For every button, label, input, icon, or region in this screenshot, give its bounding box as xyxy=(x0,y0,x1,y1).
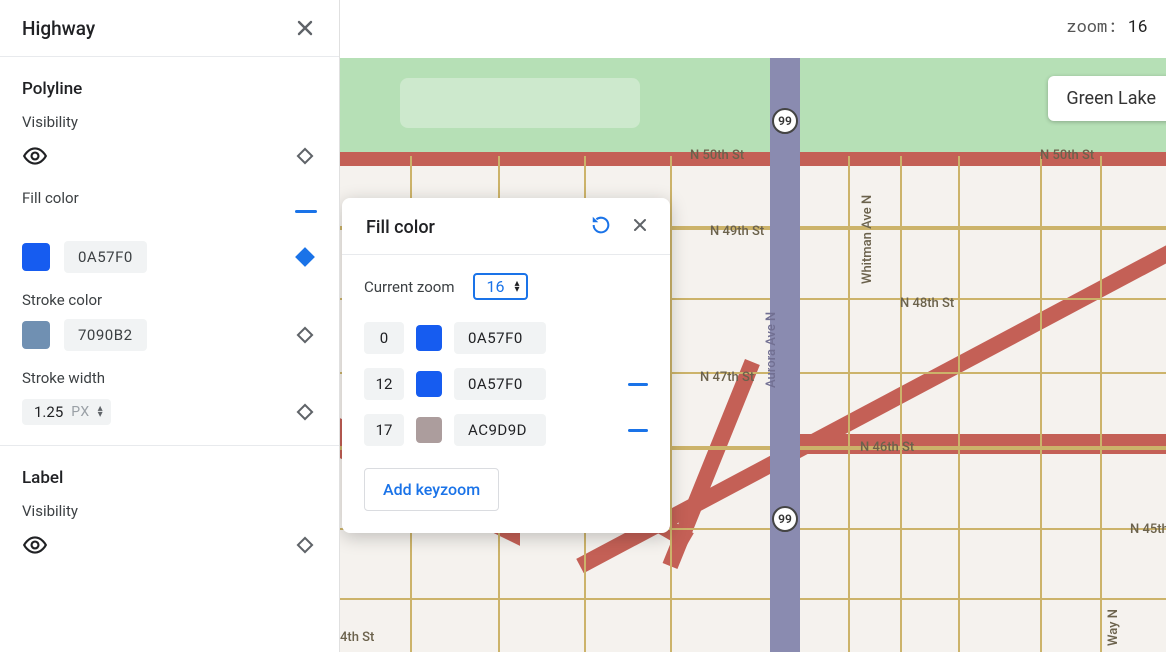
polyline-header: Polyline xyxy=(22,79,317,99)
stroke-width-input[interactable]: 1.25 PX ▴▾ xyxy=(22,399,111,425)
popup-title: Fill color xyxy=(366,217,435,238)
eye-icon[interactable] xyxy=(22,532,48,558)
stroke-width-label: Stroke width xyxy=(22,369,317,387)
keyzoom-marker-icon[interactable] xyxy=(293,323,317,347)
current-zoom-label: Current zoom xyxy=(364,278,455,296)
stroke-color-hex[interactable]: 7090B2 xyxy=(64,319,147,351)
keyzoom-marker-icon[interactable] xyxy=(293,533,317,557)
stroke-width-unit: PX xyxy=(71,404,89,420)
keyzoom-row: 17 AC9D9D xyxy=(364,414,648,446)
stepper-icon[interactable]: ▴▾ xyxy=(98,406,103,418)
street-label: N 46th St xyxy=(860,440,914,455)
sidebar-title: Highway xyxy=(22,17,95,40)
street-label: N 48th St xyxy=(900,296,954,311)
stepper-icon[interactable]: ▴▾ xyxy=(515,281,520,293)
map-area[interactable]: zoom: 16 xyxy=(340,0,1166,652)
street-label: N 45th St xyxy=(1130,522,1166,537)
place-chip-greenlake[interactable]: Green Lake xyxy=(1048,76,1166,121)
reset-icon[interactable] xyxy=(590,214,612,240)
street-label: 4th St xyxy=(340,630,374,645)
street-label: N 50th St xyxy=(690,148,744,163)
keyzoom-marker-active-icon[interactable] xyxy=(293,245,317,269)
keyzoom-marker-icon[interactable] xyxy=(293,144,317,168)
sidebar-header: Highway xyxy=(0,0,339,57)
visibility-label: Visibility xyxy=(22,113,317,131)
keyzoom-zoom-input[interactable]: 12 xyxy=(364,368,404,400)
remove-keyzoom-icon[interactable] xyxy=(628,429,648,432)
keyzoom-zoom-input[interactable]: 0 xyxy=(364,322,404,354)
street-label: Way N xyxy=(1106,609,1121,646)
street-label: N 50th St xyxy=(1040,148,1094,163)
fill-color-swatch[interactable] xyxy=(22,243,50,271)
keyzoom-row: 0 0A57F0 xyxy=(364,322,648,354)
close-icon[interactable] xyxy=(630,215,650,239)
close-icon[interactable] xyxy=(293,16,317,40)
add-keyzoom-button[interactable]: Add keyzoom xyxy=(364,468,499,511)
label-header: Label xyxy=(22,468,317,488)
route-shield-icon: 99 xyxy=(772,506,798,532)
route-shield-icon: 99 xyxy=(772,108,798,134)
keyzoom-marker-icon[interactable] xyxy=(293,400,317,424)
stroke-color-swatch[interactable] xyxy=(22,321,50,349)
stroke-color-label: Stroke color xyxy=(22,291,317,309)
remove-keyzoom-icon[interactable] xyxy=(628,383,648,386)
keyzoom-swatch[interactable] xyxy=(416,371,442,397)
street-label: N 49th St xyxy=(710,224,764,239)
street-label: N 47th St xyxy=(700,370,754,385)
sidebar: Highway Polyline Visibility Fill color xyxy=(0,0,340,652)
keyzoom-hex[interactable]: 0A57F0 xyxy=(454,368,546,400)
fill-color-hex[interactable]: 0A57F0 xyxy=(64,241,147,273)
zoom-readout: zoom: 16 xyxy=(1062,12,1152,39)
highway-label-aurora: Aurora Ave N xyxy=(764,312,779,388)
keyzoom-swatch[interactable] xyxy=(416,325,442,351)
fill-color-dash-icon[interactable] xyxy=(295,210,317,213)
current-zoom-value: 16 xyxy=(487,277,505,296)
keyzoom-swatch[interactable] xyxy=(416,417,442,443)
fill-color-label: Fill color xyxy=(22,189,317,207)
keyzoom-hex[interactable]: 0A57F0 xyxy=(454,322,546,354)
street-label: Whitman Ave N xyxy=(860,195,875,284)
label-visibility-label: Visibility xyxy=(22,502,317,520)
keyzoom-zoom-input[interactable]: 17 xyxy=(364,414,404,446)
stroke-width-value: 1.25 xyxy=(34,403,63,421)
keyzoom-row: 12 0A57F0 xyxy=(364,368,648,400)
eye-icon[interactable] xyxy=(22,143,48,169)
fill-color-keyzoom-popup: Fill color Current zoom 16 ▴▾ xyxy=(342,198,670,533)
current-zoom-stepper[interactable]: 16 ▴▾ xyxy=(473,273,528,300)
keyzoom-hex[interactable]: AC9D9D xyxy=(454,414,546,446)
